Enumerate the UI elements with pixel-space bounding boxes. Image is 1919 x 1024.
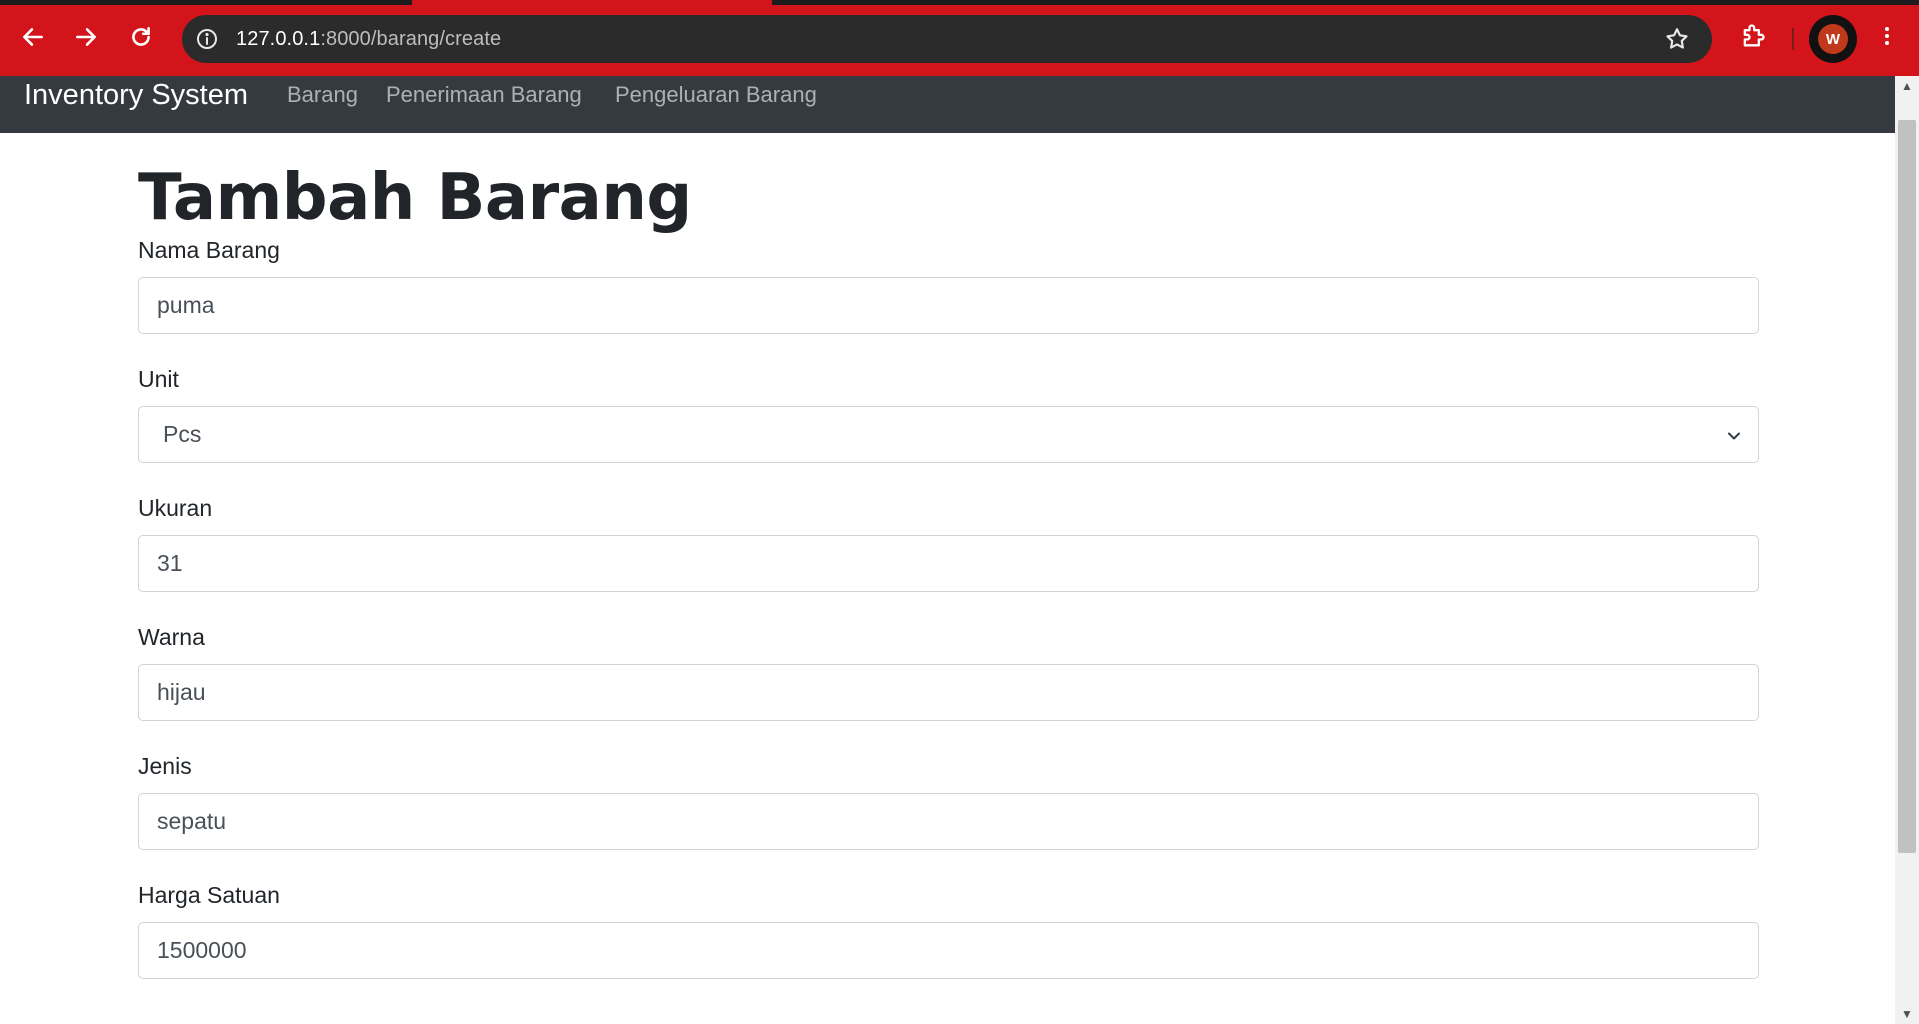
- tab-strip: [772, 0, 1919, 5]
- arrow-left-icon: [20, 24, 46, 55]
- nav-link-barang[interactable]: Barang: [287, 76, 358, 116]
- top-navbar: Inventory System Barang Penerimaan Baran…: [0, 76, 1895, 133]
- page-scrollbar[interactable]: ▲ ▼: [1895, 76, 1919, 1024]
- info-icon[interactable]: [192, 24, 222, 54]
- toolbar-divider: [1792, 28, 1794, 50]
- jenis-label: Jenis: [138, 753, 192, 779]
- address-bar[interactable]: 127.0.0.1:8000/barang/create: [182, 15, 1712, 63]
- kebab-menu-icon: [1875, 24, 1899, 53]
- jenis-input[interactable]: [138, 793, 1759, 850]
- avatar: W: [1818, 24, 1848, 54]
- page-viewport: Inventory System Barang Penerimaan Baran…: [0, 76, 1895, 1024]
- scroll-up-arrow-icon[interactable]: ▲: [1895, 76, 1919, 96]
- chevron-down-icon: [1724, 425, 1744, 445]
- reload-icon: [128, 24, 154, 55]
- harga-satuan-input[interactable]: [138, 922, 1759, 979]
- star-icon[interactable]: [1662, 24, 1692, 54]
- warna-label: Warna: [138, 624, 205, 650]
- forward-button[interactable]: [67, 20, 105, 58]
- ukuran-label: Ukuran: [138, 495, 213, 521]
- profile-button[interactable]: W: [1809, 15, 1857, 63]
- arrow-right-icon: [73, 24, 99, 55]
- harga-satuan-label: Harga Satuan: [138, 882, 280, 908]
- puzzle-icon: [1739, 22, 1767, 55]
- nav-link-pengeluaran-barang[interactable]: Pengeluaran Barang: [615, 76, 817, 116]
- extensions-button[interactable]: [1735, 20, 1771, 56]
- unit-selected-value: Pcs: [163, 421, 202, 447]
- navbar-brand[interactable]: Inventory System: [24, 76, 248, 116]
- nama-barang-label: Nama Barang: [138, 237, 280, 263]
- scroll-thumb[interactable]: [1898, 120, 1916, 853]
- unit-select[interactable]: Pcs: [138, 406, 1759, 463]
- reload-button[interactable]: [122, 20, 160, 58]
- browser-toolbar: 127.0.0.1:8000/barang/create W: [0, 0, 1919, 76]
- ukuran-input[interactable]: [138, 535, 1759, 592]
- unit-label: Unit: [138, 366, 179, 392]
- scroll-down-arrow-icon[interactable]: ▼: [1895, 1004, 1919, 1024]
- url-text: 127.0.0.1:8000/barang/create: [236, 27, 502, 50]
- back-button[interactable]: [14, 20, 52, 58]
- warna-input[interactable]: [138, 664, 1759, 721]
- nav-link-penerimaan-barang[interactable]: Penerimaan Barang: [386, 76, 582, 116]
- browser-menu-button[interactable]: [1872, 20, 1902, 56]
- nama-barang-input[interactable]: [138, 277, 1759, 334]
- tab-strip: [0, 0, 412, 5]
- page-title: Tambah Barang: [138, 161, 692, 235]
